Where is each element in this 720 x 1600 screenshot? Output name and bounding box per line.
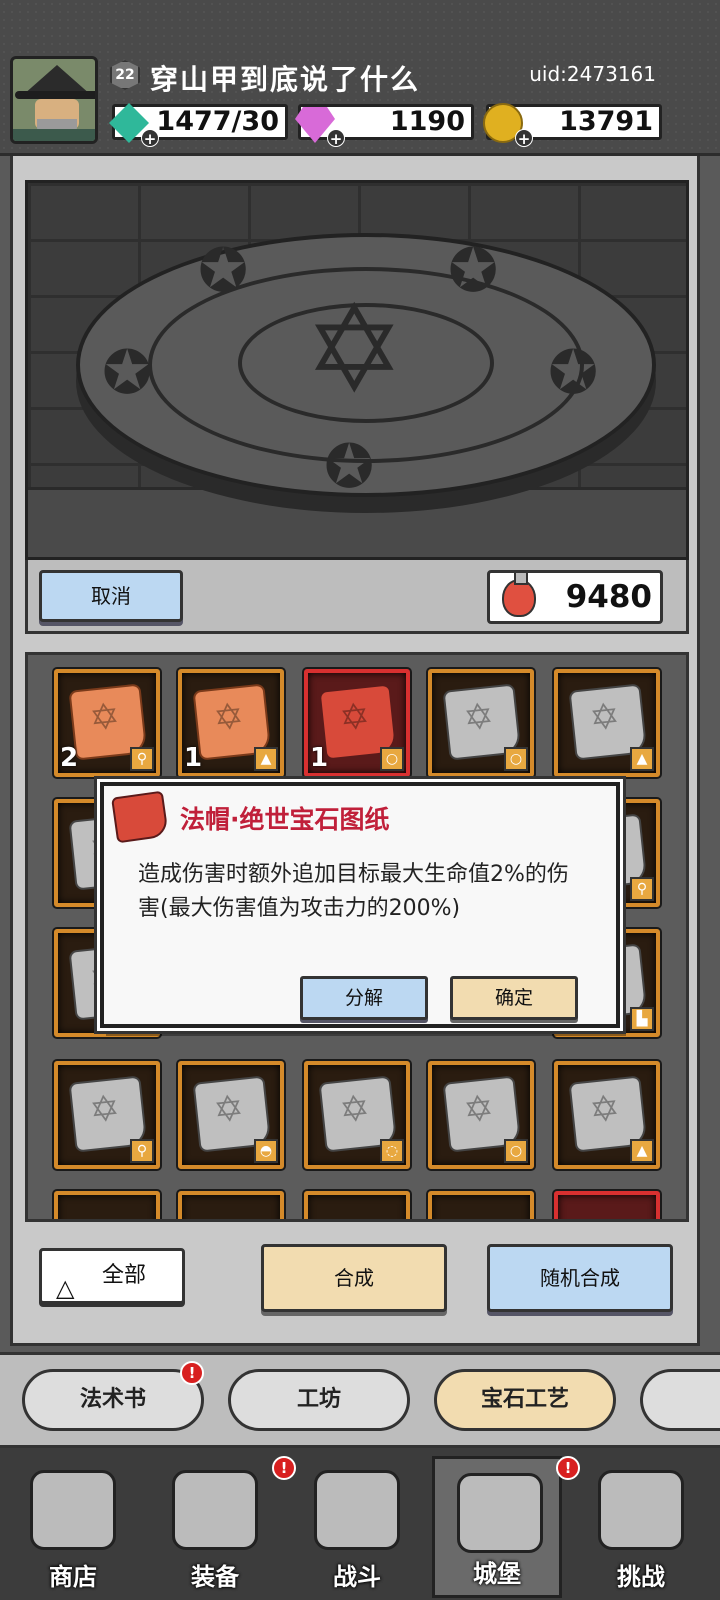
tab-gem-craft[interactable]: 宝石工艺 [434,1369,616,1431]
blueprint-cell[interactable]: ▲ [554,1061,660,1169]
ring-slot-icon: ○ [380,747,404,771]
staff-slot-icon: ⚲ [130,1139,154,1163]
blueprint-cell[interactable] [178,1191,284,1219]
potion-counter: 9480 [487,570,663,624]
blueprint-cell[interactable]: ◌ [304,1061,410,1169]
pentagram-icon: ✪ [448,236,499,306]
hat-slot-icon: ◓ [254,1139,278,1163]
top-status-bar: 22 穿山甲到底说了什么 uid:2473161 + 1477/30 + 119… [0,0,720,156]
nav-castle[interactable]: 城堡 [432,1456,562,1598]
decompose-button[interactable]: 分解 [300,976,428,1020]
red-scroll-icon [111,790,169,844]
add-gold-button[interactable]: + [515,129,533,148]
diamond-value: 1190 [389,106,465,137]
hexagram-icon: ✡ [304,281,405,420]
potion-icon [502,571,536,617]
gem-craft-panel: ✪ ✪ ✪ ✪ ✪ ✡ 取消 9480 2 ⚲ 1 ▲ 1 ○ ○ [10,156,700,1346]
add-energy-button[interactable]: + [141,129,159,148]
synthesize-button[interactable]: 合成 [261,1244,447,1312]
gold-resource: + 13791 [483,103,662,148]
sub-tab-bar: 法术书 ! 工坊 宝石工艺 [0,1352,720,1448]
blueprint-cell[interactable]: 1 ▲ [178,669,284,777]
blueprint-cell[interactable]: ⚲ [54,1061,160,1169]
player-name: 穿山甲到底说了什么 [150,63,421,96]
blueprint-cell[interactable]: 2 ⚲ [54,669,160,777]
confirm-button[interactable]: 确定 [450,976,578,1020]
blueprint-cell[interactable]: ○ [428,1061,534,1169]
filter-all-label: 全部 [102,1263,147,1288]
player-uid: uid:2473161 [529,62,656,86]
nav-equipment[interactable]: 装备 [150,1456,280,1598]
blueprint-cell-selected[interactable]: 1 ○ [304,669,410,777]
blueprint-cell[interactable]: ○ [428,669,534,777]
cancel-button[interactable]: 取消 [39,570,183,622]
blueprint-cell[interactable] [428,1191,534,1219]
diamond-resource: + 1190 [295,104,474,148]
random-synthesize-button[interactable]: 随机合成 [487,1244,673,1312]
ring-slot-icon: ○ [504,747,528,771]
crossed-swords-icon [314,1470,400,1550]
player-level-badge: 22 [110,60,140,90]
filter-all-button[interactable]: △ 全部 [39,1248,185,1304]
ring-slot-icon: ○ [504,1139,528,1163]
magic-circle-scene: ✪ ✪ ✪ ✪ ✪ ✡ [25,180,689,560]
pentagram-icon: ✪ [102,338,153,408]
pentagram-icon: ✪ [324,432,375,502]
tab-spellbook[interactable]: 法术书 [22,1369,204,1431]
necklace-slot-icon: ◌ [380,1139,404,1163]
bottom-navigation: 商店 装备 ! 战斗 城堡 ! 挑战 [0,1448,720,1600]
dialog-title: 法帽·绝世宝石图纸 [180,805,390,834]
nav-battle[interactable]: 战斗 [292,1456,422,1598]
staff-slot-icon: ⚲ [130,747,154,771]
dialog-description: 造成伤害时额外追加目标最大生命值2%的伤害(最大伤害值为攻击力的200%) [138,862,569,921]
item-detail-dialog: 法帽·绝世宝石图纸 造成伤害时额外追加目标最大生命值2%的伤害(最大伤害值为攻击… [100,782,620,1028]
shop-icon [30,1470,116,1550]
notification-badge: ! [180,1361,204,1385]
blueprint-cell[interactable] [304,1191,410,1219]
nav-shop[interactable]: 商店 [8,1456,138,1598]
blueprint-cell[interactable] [54,1191,160,1219]
tab-workshop[interactable]: 工坊 [228,1369,410,1431]
triangle-up-icon: △ [56,1274,75,1302]
blueprint-cell[interactable]: ◓ [178,1061,284,1169]
tab-more[interactable] [640,1369,720,1431]
energy-resource: + 1477/30 [109,103,288,148]
add-diamond-button[interactable]: + [327,129,345,148]
gold-value: 13791 [559,106,653,137]
staff-slot-icon: ⚲ [630,877,654,901]
pentagram-icon: ✪ [198,236,249,306]
energy-value: 1477/30 [156,106,279,137]
robe-slot-icon: ▲ [254,747,278,771]
robe-slot-icon: ▲ [630,747,654,771]
backpack-icon [172,1470,258,1550]
castle-icon [457,1473,543,1553]
player-avatar[interactable] [10,56,98,144]
boots-slot-icon: ▙ [630,1007,654,1031]
blueprint-cell[interactable] [554,1191,660,1219]
blueprint-cell[interactable]: ▲ [554,669,660,777]
potion-count: 9480 [565,579,652,615]
robe-slot-icon: ▲ [630,1139,654,1163]
nav-challenge[interactable]: 挑战 [576,1456,706,1598]
pentagram-icon: ✪ [548,338,599,408]
shield-icon [598,1470,684,1550]
